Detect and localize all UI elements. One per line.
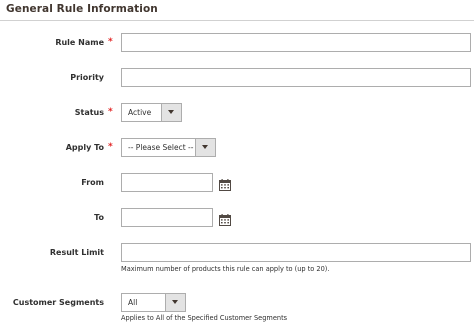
chevron-down-icon[interactable] — [195, 139, 215, 156]
to-label: To — [94, 213, 104, 222]
customer-segments-note: Applies to All of the Specified Customer… — [121, 314, 288, 322]
from-label: From — [81, 178, 104, 187]
apply-to-selected-value: -- Please Select -- — [128, 143, 194, 152]
required-marker: * — [108, 37, 113, 47]
priority-label: Priority — [70, 73, 104, 82]
status-select[interactable]: Active — [121, 103, 182, 122]
priority-input[interactable] — [121, 68, 471, 87]
required-marker: * — [108, 107, 113, 117]
status-label: Status — [74, 108, 104, 117]
result-limit-note: Maximum number of products this rule can… — [121, 265, 330, 273]
customer-segments-selected-value: All — [128, 298, 138, 307]
chevron-down-icon[interactable] — [165, 294, 185, 311]
calendar-icon[interactable] — [219, 176, 231, 191]
rule-name-label: Rule Name — [55, 38, 104, 47]
status-selected-value: Active — [128, 108, 152, 117]
required-marker: * — [108, 142, 113, 152]
to-date-input[interactable] — [121, 208, 213, 227]
customer-segments-select[interactable]: All — [121, 293, 186, 312]
section-title: General Rule Information — [6, 3, 158, 15]
result-limit-input[interactable] — [121, 243, 471, 262]
calendar-icon[interactable] — [219, 211, 231, 226]
customer-segments-label: Customer Segments — [12, 298, 104, 307]
apply-to-select[interactable]: -- Please Select -- — [121, 138, 216, 157]
from-date-input[interactable] — [121, 173, 213, 192]
result-limit-label: Result Limit — [49, 248, 104, 257]
rule-name-input[interactable] — [121, 33, 471, 52]
apply-to-label: Apply To — [65, 143, 104, 152]
section-divider — [0, 20, 474, 21]
chevron-down-icon[interactable] — [161, 104, 181, 121]
